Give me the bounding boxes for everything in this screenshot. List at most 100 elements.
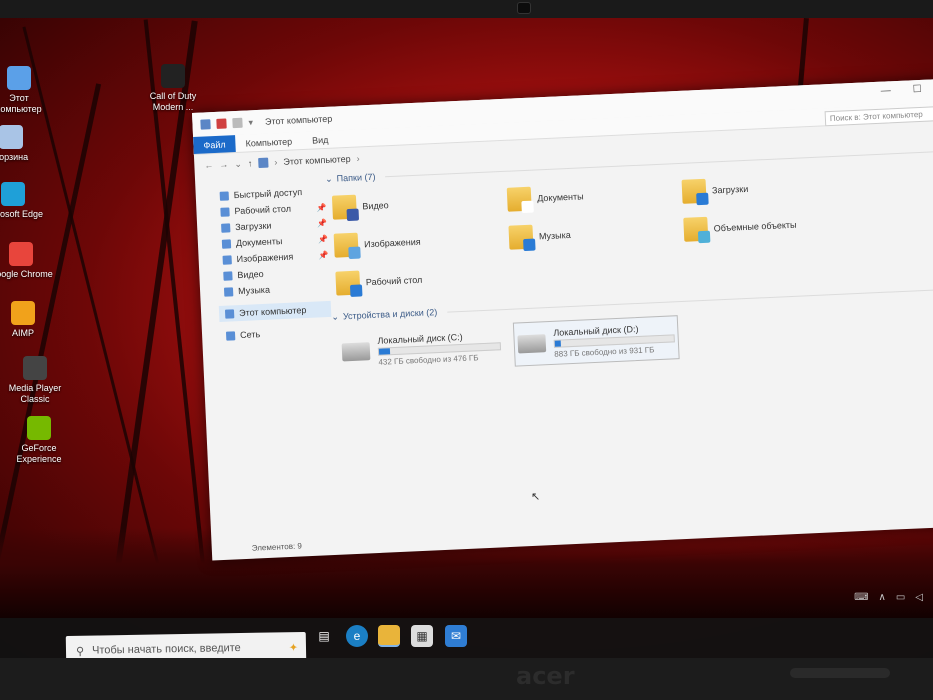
tab-file[interactable]: Файл bbox=[193, 135, 236, 154]
file-explorer-icon[interactable] bbox=[378, 625, 400, 647]
desktop-icon-label: Этот компьютер bbox=[0, 93, 42, 114]
computer-icon bbox=[7, 66, 31, 90]
new-folder-icon[interactable] bbox=[232, 117, 243, 129]
keyboard-icon[interactable]: ⌨ bbox=[854, 592, 868, 603]
laptop-bezel-top bbox=[0, 0, 933, 20]
desktop-icon[interactable]: Call of Duty Modern ... bbox=[140, 64, 206, 113]
downloads-folder-icon bbox=[681, 178, 709, 206]
desktop-icon[interactable]: Microsoft Edge bbox=[0, 182, 46, 220]
nav-item-label: Быстрый доступ bbox=[233, 187, 303, 201]
desktop-icon[interactable]: GeForce Experience bbox=[6, 416, 72, 465]
folder-icon bbox=[225, 330, 236, 341]
folder-label: Загрузки bbox=[711, 183, 749, 196]
folder-item[interactable]: Загрузки bbox=[681, 169, 857, 207]
pin-icon: 📌 bbox=[316, 202, 327, 212]
nav-item-label: Документы bbox=[235, 236, 283, 249]
nav-item-label: Музыка bbox=[237, 284, 271, 297]
nav-item-label: Видео bbox=[237, 268, 264, 281]
tab-computer[interactable]: Компьютер bbox=[235, 132, 302, 152]
chevron-right-icon: › bbox=[274, 157, 278, 168]
drives-header-label: Устройства и диски (2) bbox=[342, 307, 438, 322]
pin-icon: 📌 bbox=[316, 218, 328, 228]
desktop-icon-label: AIMP bbox=[11, 328, 34, 338]
desktop-icon-label: Microsoft Edge bbox=[0, 209, 44, 219]
desktop-icon[interactable]: Google Chrome bbox=[0, 242, 54, 280]
desktop-icon[interactable]: Media Player Classic bbox=[2, 356, 68, 405]
drive-item[interactable]: Локальный диск (D:) 883 ГБ свободно из 93… bbox=[512, 315, 680, 367]
drive-item[interactable]: Локальный диск (C:) 432 ГБ свободно из 47… bbox=[338, 323, 505, 374]
store-icon[interactable]: ▦ bbox=[411, 625, 433, 647]
desktop-icon[interactable]: Корзина bbox=[0, 125, 44, 163]
folder-overlay-icon bbox=[523, 238, 536, 252]
folder-item[interactable]: Изображения bbox=[333, 223, 509, 261]
search-placeholder: Чтобы начать поиск, введите bbox=[91, 642, 241, 657]
folder-icon bbox=[223, 270, 233, 281]
folder-overlay-icon bbox=[697, 230, 711, 244]
properties-icon[interactable] bbox=[216, 118, 227, 129]
desktop-icon-label: Call of Duty Modern ... bbox=[149, 91, 197, 112]
up-arrow-icon[interactable]: ↑ bbox=[248, 158, 253, 168]
hinge-latch bbox=[790, 668, 890, 678]
minimize-button[interactable]: — bbox=[881, 85, 891, 96]
edge-icon bbox=[1, 182, 25, 206]
folders-header-label: Папки (7) bbox=[336, 171, 376, 184]
back-arrow-icon[interactable]: ← bbox=[204, 160, 213, 170]
file-explorer-window[interactable]: ▾ Этот компьютер — ☐ Файл Компьютер Вид … bbox=[192, 78, 933, 561]
folder-item[interactable]: Видео bbox=[331, 185, 508, 223]
folder-item[interactable]: Документы bbox=[506, 177, 683, 215]
maximize-button[interactable]: ☐ bbox=[912, 84, 921, 95]
folder-icon bbox=[224, 308, 235, 319]
folder-overlay-icon bbox=[521, 200, 534, 214]
desktop-icon[interactable]: AIMP bbox=[0, 301, 56, 339]
status-bar: Элементов: 9 bbox=[251, 541, 303, 553]
cod-icon bbox=[161, 64, 185, 88]
system-tray: ⌨ ∧ ▭ ◁ bbox=[854, 592, 923, 603]
computer-icon bbox=[200, 119, 211, 130]
folder-item[interactable]: Музыка bbox=[508, 215, 684, 253]
laptop-brand-logo: acer bbox=[516, 662, 575, 690]
desktop-icon-label: GeForce Experience bbox=[16, 443, 62, 464]
nav-item-label: Изображения bbox=[236, 251, 294, 265]
desktop: Этот компьютер Корзина Microsoft Edge Googl… bbox=[0, 18, 933, 658]
drive-usage-fill bbox=[378, 347, 391, 355]
sparkle-icon[interactable]: ✦ bbox=[289, 641, 298, 654]
network-icon[interactable]: ▭ bbox=[896, 592, 905, 603]
folder-item[interactable]: Объемные объекты bbox=[683, 207, 859, 245]
folder-label: Рабочий стол bbox=[365, 274, 423, 288]
pin-icon: 📌 bbox=[317, 234, 329, 244]
folder-overlay-icon bbox=[696, 192, 709, 206]
desktop-icon-label: Media Player Classic bbox=[8, 383, 62, 404]
edge-icon[interactable]: e bbox=[346, 625, 368, 647]
chevron-up-icon[interactable]: ∧ bbox=[879, 592, 886, 603]
folder-icon bbox=[221, 238, 232, 249]
volume-icon[interactable]: ◁ bbox=[915, 592, 923, 603]
tab-view[interactable]: Вид bbox=[302, 130, 339, 149]
drive-usage-fill bbox=[554, 340, 561, 347]
breadcrumb[interactable]: Этот компьютер bbox=[283, 154, 351, 167]
folder-label: Изображения bbox=[363, 236, 421, 250]
chevron-right-icon[interactable]: › bbox=[356, 153, 359, 163]
nav-item[interactable]: Этот компьютер bbox=[218, 300, 332, 322]
mpc-icon bbox=[23, 356, 47, 380]
nav-item[interactable]: Сеть bbox=[220, 323, 333, 344]
desktop-icon-label: Google Chrome bbox=[0, 269, 53, 279]
folder-icon bbox=[221, 222, 231, 233]
desktop-icon[interactable]: Этот компьютер bbox=[0, 66, 52, 115]
navigation-pane: Быстрый доступ Рабочий стол 📌 Загрузки 📌 Доку… bbox=[213, 183, 332, 344]
chrome-icon bbox=[9, 242, 33, 266]
folder-item[interactable]: Рабочий стол bbox=[335, 261, 511, 299]
chevron-down-icon: ⌄ bbox=[331, 311, 340, 322]
hard-drive-icon bbox=[341, 342, 371, 362]
mouse-cursor-icon: ↖ bbox=[531, 491, 541, 503]
folder-label: Документы bbox=[537, 191, 584, 204]
drive-info: Локальный диск (C:) 432 ГБ свободно из 47… bbox=[377, 330, 502, 366]
task-view-icon[interactable]: ▤ bbox=[313, 625, 335, 647]
chevron-down-icon[interactable]: ▾ bbox=[248, 117, 253, 128]
chevron-down-icon[interactable]: ⌄ bbox=[234, 158, 242, 169]
desktop-icon-label: Корзина bbox=[0, 152, 29, 162]
drive-info: Локальный диск (D:) 883 ГБ свободно из 93… bbox=[553, 322, 675, 358]
forward-arrow-icon[interactable]: → bbox=[219, 159, 228, 169]
nav-item-label: Загрузки bbox=[234, 220, 272, 233]
taskbar-search-input[interactable]: ⚲ Чтобы начать поиск, введите ✦ bbox=[65, 631, 307, 658]
mail-icon[interactable]: ✉ bbox=[445, 625, 467, 647]
